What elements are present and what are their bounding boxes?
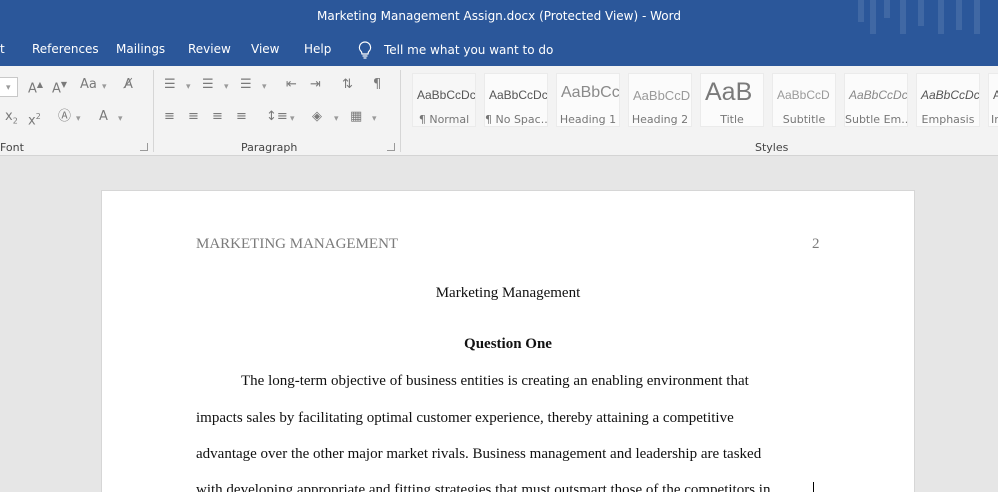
style-name: Emphasis <box>921 113 975 126</box>
font-group-label: Font <box>0 141 24 154</box>
document-area[interactable]: MARKETING MANAGEMENT 2 Marketing Managem… <box>0 157 998 492</box>
tab-references[interactable]: References <box>32 42 99 56</box>
sort-icon[interactable]: ⇅ <box>342 78 353 92</box>
grow-font-icon[interactable]: A▲ <box>28 78 43 96</box>
subscript-icon[interactable]: x2 <box>5 110 18 129</box>
style-sample: AaBbCcDc <box>489 88 548 102</box>
align-center-icon[interactable]: ≡ <box>188 110 199 124</box>
style-sample: AaBbCcD <box>777 88 830 102</box>
style-sample: AaBbCcDc <box>921 88 980 102</box>
chevron-down-icon: ▾ <box>76 114 81 124</box>
style-heading-2[interactable]: AaBbCcD Heading 2 <box>628 73 692 127</box>
style-subtle-emphasis[interactable]: AaBbCcDc Subtle Em... <box>844 73 908 127</box>
font-color-icon[interactable]: A <box>99 110 108 124</box>
styles-gallery: AaBbCcDc ¶ Normal AaBbCcDc ¶ No Spac... … <box>410 69 998 129</box>
paragraph-line: advantage over the other major market ri… <box>196 446 762 462</box>
change-case-icon[interactable]: Aa <box>80 78 97 92</box>
chevron-down-icon: ▾ <box>102 82 107 92</box>
style-sample: AaBbCcDc <box>417 88 476 102</box>
style-sample: AaB <box>705 78 753 106</box>
text-effects-icon[interactable]: Ⓐ <box>58 110 71 124</box>
style-sample: AaBbCc <box>561 84 620 101</box>
title-bar-pattern <box>848 0 998 34</box>
increase-indent-icon[interactable]: ⇥ <box>310 78 321 92</box>
multilevel-list-icon[interactable]: ☰ <box>240 78 252 92</box>
align-right-icon[interactable]: ≡ <box>212 110 223 124</box>
style-no-spacing[interactable]: AaBbCcDc ¶ No Spac... <box>484 73 548 127</box>
style-sample: AaBbCcD <box>633 88 691 103</box>
borders-icon[interactable]: ▦ <box>350 110 362 124</box>
page-number: 2 <box>812 236 820 252</box>
superscript-icon[interactable]: x2 <box>28 110 41 128</box>
line-spacing-icon[interactable]: ↕≡ <box>266 110 288 124</box>
style-title[interactable]: AaB Title <box>700 73 764 127</box>
chevron-down-icon: ▾ <box>6 83 11 93</box>
paragraph-line: impacts sales by facilitating optimal cu… <box>196 410 734 426</box>
numbering-icon[interactable]: ☰ <box>202 78 214 92</box>
styles-group-label: Styles <box>755 141 789 154</box>
lightbulb-icon <box>358 41 372 59</box>
chevron-down-icon: ▾ <box>186 82 191 92</box>
style-sample: AaBbCcDc <box>849 88 908 102</box>
tell-me-box[interactable]: Tell me what you want to do <box>358 39 553 61</box>
ribbon: ▾ A▲ A▼ Aa ▾ A̸ x2 x2 Ⓐ ▾ A ▾ Font ☰ ▾ ☰… <box>0 66 998 156</box>
bullets-icon[interactable]: ☰ <box>164 78 176 92</box>
clear-formatting-icon[interactable]: A̸ <box>124 78 133 92</box>
style-sample: A <box>993 88 998 102</box>
decrease-indent-icon[interactable]: ⇤ <box>286 78 297 92</box>
chevron-down-icon: ▾ <box>262 82 267 92</box>
style-name: Subtle Em... <box>845 113 908 126</box>
paragraph-dialog-launcher-icon[interactable] <box>387 143 395 151</box>
tab-layout[interactable]: t <box>0 42 5 56</box>
tell-me-label: Tell me what you want to do <box>384 43 554 57</box>
style-name: Title <box>720 113 744 126</box>
text-cursor <box>813 482 814 492</box>
chevron-down-icon: ▾ <box>372 114 377 124</box>
style-heading-1[interactable]: AaBbCc Heading 1 <box>556 73 620 127</box>
font-dialog-launcher-icon[interactable] <box>140 143 148 151</box>
title-bar: Marketing Management Assign.docx (Protec… <box>0 0 998 34</box>
section-heading: Question One <box>464 336 552 352</box>
chevron-down-icon: ▾ <box>290 114 295 124</box>
style-subtitle[interactable]: AaBbCcD Subtitle <box>772 73 836 127</box>
style-name: ¶ Normal <box>418 113 470 126</box>
chevron-down-icon: ▾ <box>224 82 229 92</box>
tab-mailings[interactable]: Mailings <box>116 42 165 56</box>
group-separator <box>153 70 154 152</box>
align-left-icon[interactable]: ≡ <box>164 110 175 124</box>
paragraph-line: with developing appropriate and fitting … <box>196 482 771 492</box>
tab-view[interactable]: View <box>251 42 279 56</box>
chevron-down-icon: ▾ <box>334 114 339 124</box>
chevron-down-icon: ▾ <box>118 114 123 124</box>
justify-icon[interactable]: ≡ <box>236 110 247 124</box>
tab-help[interactable]: Help <box>304 42 331 56</box>
shrink-font-icon[interactable]: A▼ <box>52 78 67 96</box>
paragraph-group-label: Paragraph <box>241 141 298 154</box>
style-name: ¶ No Spac... <box>485 113 548 126</box>
style-name: Subtitle <box>782 113 826 126</box>
style-intense[interactable]: A In <box>988 73 998 127</box>
shading-icon[interactable]: ◈ <box>312 110 322 124</box>
group-separator <box>400 70 401 152</box>
style-name: Heading 2 <box>631 113 689 126</box>
page-header: MARKETING MANAGEMENT <box>196 236 399 252</box>
tab-review[interactable]: Review <box>188 42 231 56</box>
show-formatting-icon[interactable]: ¶ <box>373 78 381 92</box>
style-emphasis[interactable]: AaBbCcDc Emphasis <box>916 73 980 127</box>
style-name: Heading 1 <box>559 113 617 126</box>
document-page[interactable]: MARKETING MANAGEMENT 2 Marketing Managem… <box>101 190 915 492</box>
style-name: In <box>991 113 998 126</box>
document-title: Marketing Management <box>435 285 581 301</box>
ribbon-tabs: t References Mailings Review View Help T… <box>0 34 998 66</box>
paragraph-line: The long-term objective of business enti… <box>241 373 749 389</box>
style-normal[interactable]: AaBbCcDc ¶ Normal <box>412 73 476 127</box>
font-size-dropdown[interactable]: ▾ <box>0 77 18 97</box>
